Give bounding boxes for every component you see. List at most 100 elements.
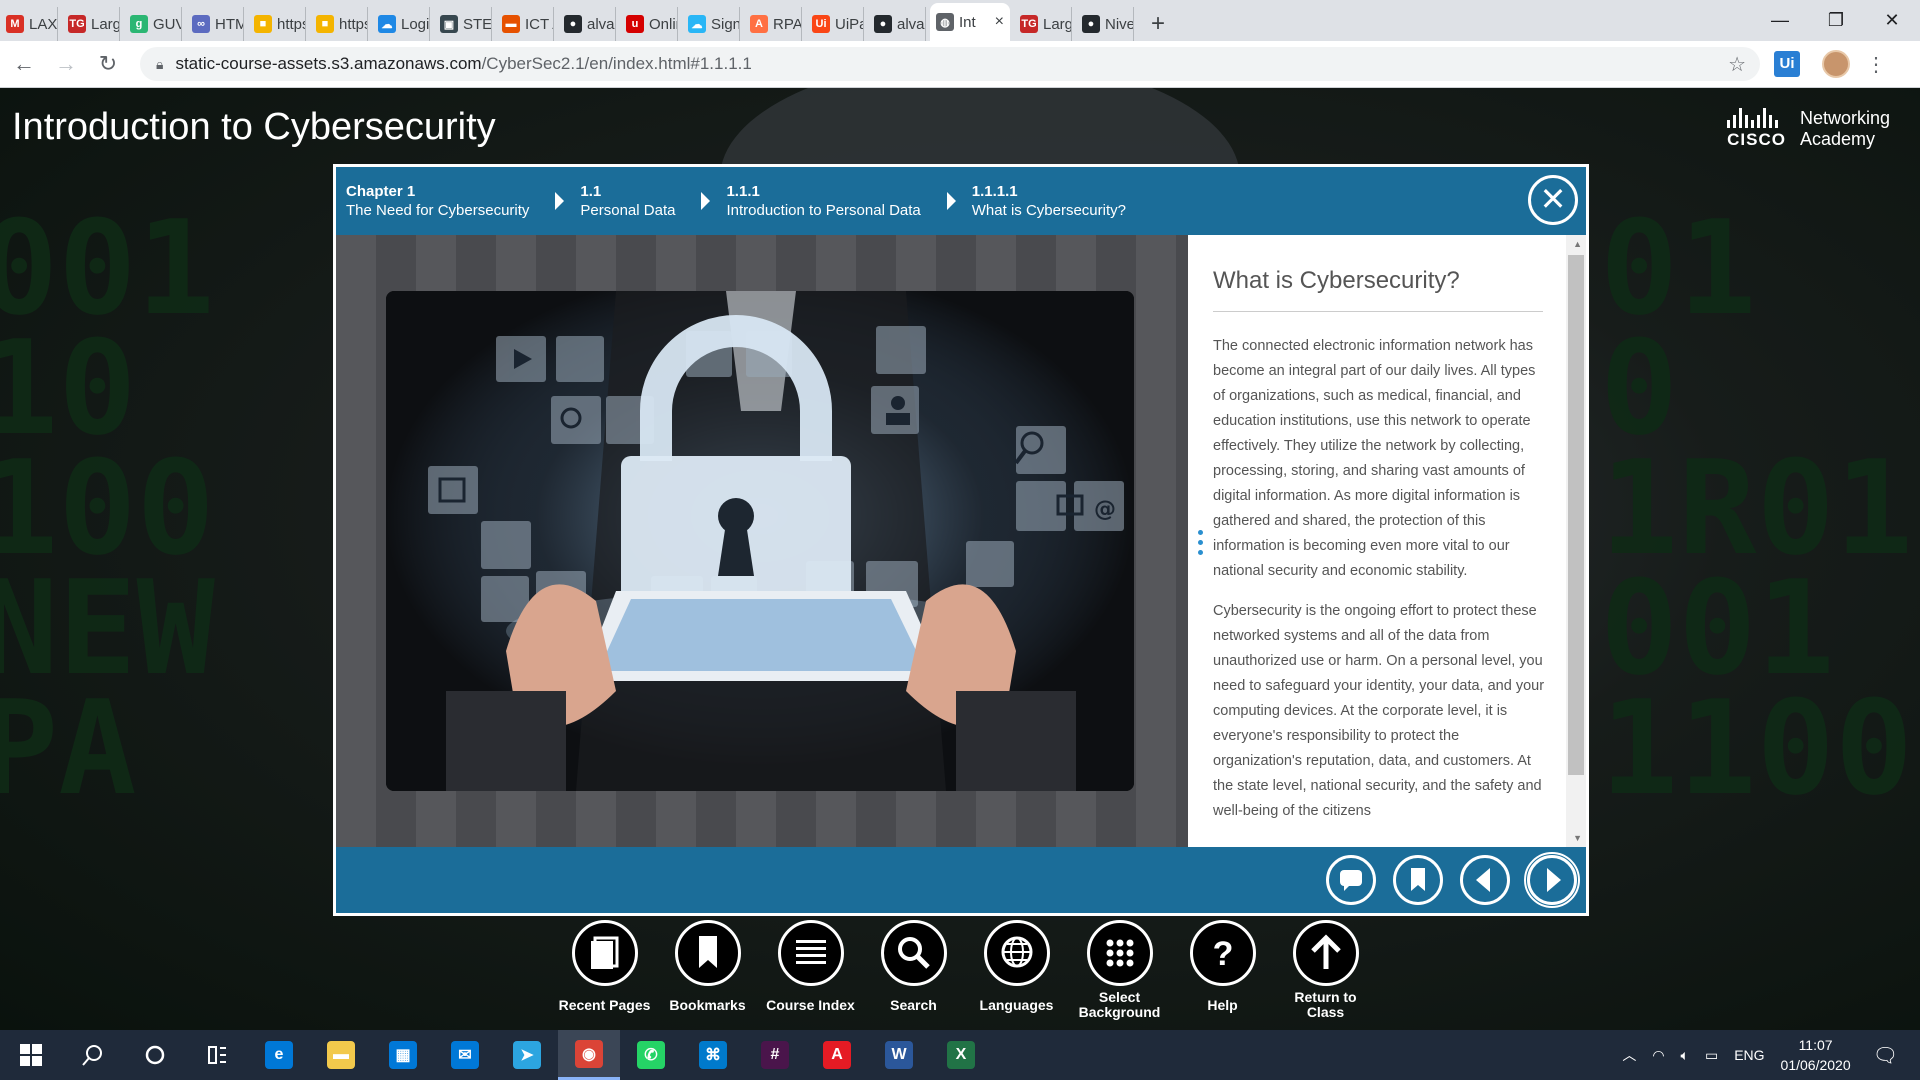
modal-footer: [336, 847, 1586, 913]
search-taskbar-button[interactable]: [62, 1030, 124, 1080]
bookmarks-button[interactable]: Bookmarks: [656, 920, 759, 1020]
breadcrumb-topic[interactable]: 1.1.1 Introduction to Personal Data: [716, 182, 920, 220]
bookmark-star-icon[interactable]: ☆: [1728, 52, 1746, 77]
search-button[interactable]: Search: [862, 920, 965, 1020]
browser-tab[interactable]: ● alvas-: [558, 7, 616, 41]
browser-tab[interactable]: ☁ Login: [372, 7, 430, 41]
reload-button[interactable]: ↻: [90, 51, 126, 77]
tab-favicon-icon: ●: [874, 15, 892, 33]
browser-tab[interactable]: ▣ STEP: [434, 7, 492, 41]
clock[interactable]: 11:07 01/06/2020: [1781, 1035, 1851, 1075]
close-tab-icon[interactable]: ×: [995, 13, 1004, 31]
browser-tab[interactable]: ◍ Int ×: [930, 3, 1010, 41]
clock-time: 11:07: [1798, 1037, 1833, 1053]
browser-tab[interactable]: ● Nived: [1076, 7, 1134, 41]
taskbar-app-file-explorer[interactable]: ▬: [310, 1030, 372, 1080]
browser-tab[interactable]: A RPA C: [744, 7, 802, 41]
restore-button[interactable]: ❐: [1808, 0, 1864, 40]
close-modal-button[interactable]: ✕: [1528, 175, 1578, 225]
windows-taskbar: e ▬ ▦ ✉ ➤ ◉ ✆ ⌘ # A W X ︿ ◠ 🔈︎ ▭ ENG 11:07 01/06/20…: [0, 1030, 1920, 1080]
taskbar-app-word[interactable]: W: [868, 1030, 930, 1080]
notifications-icon[interactable]: 🗨︎: [1873, 1043, 1898, 1068]
browser-tab[interactable]: ☁ Sign i: [682, 7, 740, 41]
browser-tab[interactable]: g GUVI: [124, 7, 182, 41]
forward-button[interactable]: →: [48, 51, 84, 77]
comment-button[interactable]: [1326, 855, 1376, 905]
media-pane: @: [336, 235, 1188, 847]
return-to-class-button[interactable]: Return to Class: [1274, 920, 1377, 1020]
course-index-button[interactable]: Course Index: [759, 920, 862, 1020]
scroll-down-arrow-icon[interactable]: ▼: [1573, 833, 1582, 843]
previous-page-button[interactable]: [1460, 855, 1510, 905]
tab-favicon-icon: ▣: [440, 15, 458, 33]
tab-favicon-icon: ●: [564, 15, 582, 33]
tab-label: UiPat: [835, 15, 863, 33]
browser-tab[interactable]: ■ https:: [248, 7, 306, 41]
bookmark-page-button[interactable]: [1393, 855, 1443, 905]
browser-tab[interactable]: ∞ HTML: [186, 7, 244, 41]
clock-date: 01/06/2020: [1780, 1057, 1851, 1073]
help-button[interactable]: ? Help: [1171, 920, 1274, 1020]
taskbar-app-telegram[interactable]: ➤: [496, 1030, 558, 1080]
volume-icon[interactable]: 🔈︎: [1681, 1047, 1689, 1064]
tab-label: GUVI: [153, 15, 181, 33]
browser-tab[interactable]: Ui UiPat: [806, 7, 864, 41]
resize-handle-icon[interactable]: [1198, 530, 1204, 560]
taskbar-app-whatsapp[interactable]: ✆: [620, 1030, 682, 1080]
battery-icon[interactable]: ▭: [1705, 1047, 1718, 1064]
scroll-up-arrow-icon[interactable]: ▲: [1573, 239, 1582, 249]
taskbar-app-vscode[interactable]: ⌘: [682, 1030, 744, 1080]
next-page-button[interactable]: [1524, 852, 1580, 908]
back-button[interactable]: ←: [6, 51, 42, 77]
window-controls: — ❐ ✕: [1752, 0, 1920, 40]
uipath-extension-icon[interactable]: Ui: [1774, 51, 1800, 77]
breadcrumb-page[interactable]: 1.1.1.1 What is Cybersecurity?: [962, 182, 1126, 220]
breadcrumb: Chapter 1 The Need for Cybersecurity 1.1…: [336, 167, 1586, 235]
tab-favicon-icon: Ui: [812, 15, 830, 33]
taskbar-app-edge[interactable]: e: [248, 1030, 310, 1080]
cortana-button[interactable]: [124, 1030, 186, 1080]
taskbar-app-excel[interactable]: X: [930, 1030, 992, 1080]
close-window-button[interactable]: ✕: [1864, 0, 1920, 40]
taskbar-app-mail[interactable]: ✉: [434, 1030, 496, 1080]
scrollbar-thumb[interactable]: [1568, 255, 1584, 775]
vscode-icon: ⌘: [699, 1041, 727, 1069]
recent-pages-button[interactable]: Recent Pages: [553, 920, 656, 1020]
svg-text:?: ?: [1212, 935, 1233, 973]
toolbar-label: Course Index: [766, 996, 855, 1013]
browser-tab[interactable]: ▬ ICT A: [496, 7, 554, 41]
browser-tab[interactable]: TG Large: [62, 7, 120, 41]
windows-logo-icon: [20, 1044, 42, 1066]
browser-menu-icon[interactable]: ⋮: [1866, 52, 1886, 77]
text-scrollbar[interactable]: ▲ ▼: [1566, 235, 1586, 847]
task-view-button[interactable]: [186, 1030, 248, 1080]
browser-tab[interactable]: ● alvas-: [868, 7, 926, 41]
breadcrumb-chapter[interactable]: Chapter 1 The Need for Cybersecurity: [336, 182, 529, 220]
select-background-button[interactable]: Select Background: [1068, 920, 1171, 1020]
browser-tab[interactable]: ■ https:: [310, 7, 368, 41]
minimize-button[interactable]: —: [1752, 0, 1808, 40]
browser-tab[interactable]: M LAXM: [0, 7, 58, 41]
breadcrumb-section[interactable]: 1.1 Personal Data: [570, 182, 675, 220]
new-tab-button[interactable]: +: [1138, 7, 1178, 41]
chevron-right-icon: [1547, 868, 1561, 892]
taskbar-app-acrobat[interactable]: A: [806, 1030, 868, 1080]
profile-avatar[interactable]: [1822, 50, 1850, 78]
taskbar-app-slack[interactable]: #: [744, 1030, 806, 1080]
tab-label: Large: [1043, 15, 1071, 33]
browser-tab[interactable]: TG Large: [1014, 7, 1072, 41]
browser-tab[interactable]: u Onlin: [620, 7, 678, 41]
url-input[interactable]: 🔒︎ static-course-assets.s3.amazonaws.com…: [140, 47, 1760, 81]
tab-label: ICT A: [525, 15, 553, 33]
tab-label: LAXM: [29, 15, 58, 33]
start-button[interactable]: [0, 1030, 62, 1080]
tab-favicon-icon: g: [130, 15, 148, 33]
language-indicator[interactable]: ENG: [1734, 1047, 1764, 1063]
taskbar-app-store[interactable]: ▦: [372, 1030, 434, 1080]
network-icon[interactable]: ◠: [1652, 1047, 1664, 1064]
background-matrix-decoration: 001 10 100 NEW PA: [0, 192, 215, 824]
show-hidden-icons-icon[interactable]: ︿: [1622, 1045, 1636, 1065]
languages-button[interactable]: Languages: [965, 920, 1068, 1020]
acrobat-icon: A: [823, 1041, 851, 1069]
taskbar-app-chrome[interactable]: ◉: [558, 1030, 620, 1080]
